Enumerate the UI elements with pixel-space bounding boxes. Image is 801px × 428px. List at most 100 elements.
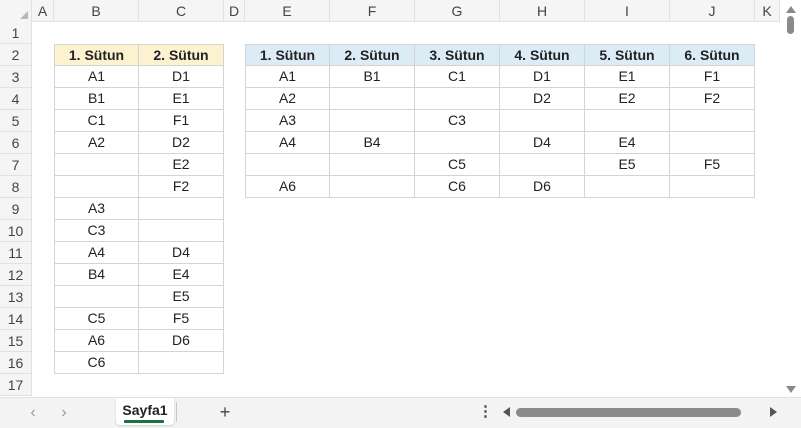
- column-header-f[interactable]: F: [330, 0, 415, 22]
- table-right-cell[interactable]: F1: [670, 66, 755, 88]
- row-header-5[interactable]: 5: [0, 110, 32, 132]
- column-header-e[interactable]: E: [245, 0, 330, 22]
- table-right-cell[interactable]: C5: [415, 154, 500, 176]
- table-right-cell[interactable]: B1: [330, 66, 415, 88]
- table-right-cell[interactable]: [330, 154, 415, 176]
- table-right-cell[interactable]: [500, 110, 585, 132]
- table-right-cell[interactable]: A3: [245, 110, 330, 132]
- column-header-d[interactable]: D: [224, 0, 245, 22]
- table-right-cell[interactable]: [330, 88, 415, 110]
- table-left-cell[interactable]: D6: [139, 330, 224, 352]
- table-left-cell[interactable]: F2: [139, 176, 224, 198]
- table-right-cell[interactable]: C6: [415, 176, 500, 198]
- scroll-down-arrow-icon[interactable]: [786, 386, 796, 393]
- vertical-scroll-thumb[interactable]: [787, 16, 794, 34]
- table-right-header-6[interactable]: 6. Sütun: [670, 44, 755, 66]
- row-header-12[interactable]: 12: [0, 264, 32, 286]
- table-right-cell[interactable]: B4: [330, 132, 415, 154]
- table-right-cell[interactable]: F2: [670, 88, 755, 110]
- row-header-16[interactable]: 16: [0, 352, 32, 374]
- table-right-cell[interactable]: C1: [415, 66, 500, 88]
- vertical-scrollbar[interactable]: [780, 0, 801, 397]
- table-right-cell[interactable]: A2: [245, 88, 330, 110]
- table-left-cell[interactable]: A2: [54, 132, 139, 154]
- table-right-cell[interactable]: A1: [245, 66, 330, 88]
- row-header-4[interactable]: 4: [0, 88, 32, 110]
- table-right-cell[interactable]: [415, 88, 500, 110]
- scroll-up-arrow-icon[interactable]: [786, 6, 796, 13]
- table-right-cell[interactable]: A6: [245, 176, 330, 198]
- table-left-cell[interactable]: E1: [139, 88, 224, 110]
- scroll-right-arrow-icon[interactable]: [770, 407, 777, 417]
- sheet-tab-sayfa1[interactable]: Sayfa1: [116, 398, 174, 425]
- table-left-cell[interactable]: E2: [139, 154, 224, 176]
- table-left-cell[interactable]: C5: [54, 308, 139, 330]
- table-left-cell[interactable]: A3: [54, 198, 139, 220]
- table-left-cell[interactable]: D2: [139, 132, 224, 154]
- column-header-c[interactable]: C: [139, 0, 224, 22]
- row-header-2[interactable]: 2: [0, 44, 32, 66]
- table-left-cell[interactable]: [139, 220, 224, 242]
- spreadsheet-grid[interactable]: ABCDEFGHIJK 1 2 3 4 5 6 7 8 9 10 11 12 13 14 15 16 17 1.…: [0, 0, 801, 397]
- table-left-cell[interactable]: [54, 286, 139, 308]
- table-right-header-5[interactable]: 5. Sütun: [585, 44, 670, 66]
- column-header-g[interactable]: G: [415, 0, 500, 22]
- select-all-corner[interactable]: [0, 0, 32, 22]
- scroll-left-arrow-icon[interactable]: [503, 407, 510, 417]
- row-header-13[interactable]: 13: [0, 286, 32, 308]
- row-header-15[interactable]: 15: [0, 330, 32, 352]
- table-left-cell[interactable]: C6: [54, 352, 139, 374]
- row-header-8[interactable]: 8: [0, 176, 32, 198]
- table-left-cell[interactable]: C3: [54, 220, 139, 242]
- row-header-11[interactable]: 11: [0, 242, 32, 264]
- table-left-cell[interactable]: B1: [54, 88, 139, 110]
- table-right-cell[interactable]: D6: [500, 176, 585, 198]
- column-header-a[interactable]: A: [32, 0, 54, 22]
- sheet-nav-prev-icon[interactable]: ‹: [24, 404, 42, 422]
- table-left-cell[interactable]: E5: [139, 286, 224, 308]
- table-left-cell[interactable]: D4: [139, 242, 224, 264]
- table-left-header-1[interactable]: 1. Sütun: [54, 44, 139, 66]
- column-header-b[interactable]: B: [54, 0, 139, 22]
- table-right-cell[interactable]: D1: [500, 66, 585, 88]
- table-right-cell[interactable]: [670, 110, 755, 132]
- table-right-cell[interactable]: E4: [585, 132, 670, 154]
- table-right-cell[interactable]: D2: [500, 88, 585, 110]
- row-header-6[interactable]: 6: [0, 132, 32, 154]
- table-left-cell[interactable]: D1: [139, 66, 224, 88]
- column-header-i[interactable]: I: [585, 0, 670, 22]
- row-header-17[interactable]: 17: [0, 374, 32, 396]
- table-right-cell[interactable]: [330, 110, 415, 132]
- horizontal-scroll-thumb[interactable]: [516, 408, 741, 417]
- table-right-cell[interactable]: E2: [585, 88, 670, 110]
- column-header-h[interactable]: H: [500, 0, 585, 22]
- table-right-cell[interactable]: E5: [585, 154, 670, 176]
- table-right-header-4[interactable]: 4. Sütun: [500, 44, 585, 66]
- table-left-cell[interactable]: [139, 198, 224, 220]
- table-left-cell[interactable]: [139, 352, 224, 374]
- column-header-j[interactable]: J: [670, 0, 755, 22]
- add-sheet-button[interactable]: +: [215, 402, 235, 422]
- row-header-7[interactable]: 7: [0, 154, 32, 176]
- table-right-cell[interactable]: C3: [415, 110, 500, 132]
- table-right-header-1[interactable]: 1. Sütun: [245, 44, 330, 66]
- table-left-cell[interactable]: A4: [54, 242, 139, 264]
- table-left-cell[interactable]: [54, 154, 139, 176]
- row-header-10[interactable]: 10: [0, 220, 32, 242]
- row-header-9[interactable]: 9: [0, 198, 32, 220]
- table-right-cell[interactable]: [670, 132, 755, 154]
- table-right-cell[interactable]: [415, 132, 500, 154]
- table-right-cell[interactable]: [330, 176, 415, 198]
- sheet-nav-next-icon[interactable]: ›: [55, 404, 73, 422]
- row-header-14[interactable]: 14: [0, 308, 32, 330]
- table-right-header-2[interactable]: 2. Sütun: [330, 44, 415, 66]
- table-right-cell[interactable]: F5: [670, 154, 755, 176]
- table-left-cell[interactable]: C1: [54, 110, 139, 132]
- table-left-cell[interactable]: F5: [139, 308, 224, 330]
- table-right-header-3[interactable]: 3. Sütun: [415, 44, 500, 66]
- table-left-cell[interactable]: F1: [139, 110, 224, 132]
- table-left-cell[interactable]: [54, 176, 139, 198]
- table-left-cell[interactable]: A1: [54, 66, 139, 88]
- column-header-k[interactable]: K: [755, 0, 780, 22]
- more-options-icon[interactable]: ⋮: [478, 404, 493, 422]
